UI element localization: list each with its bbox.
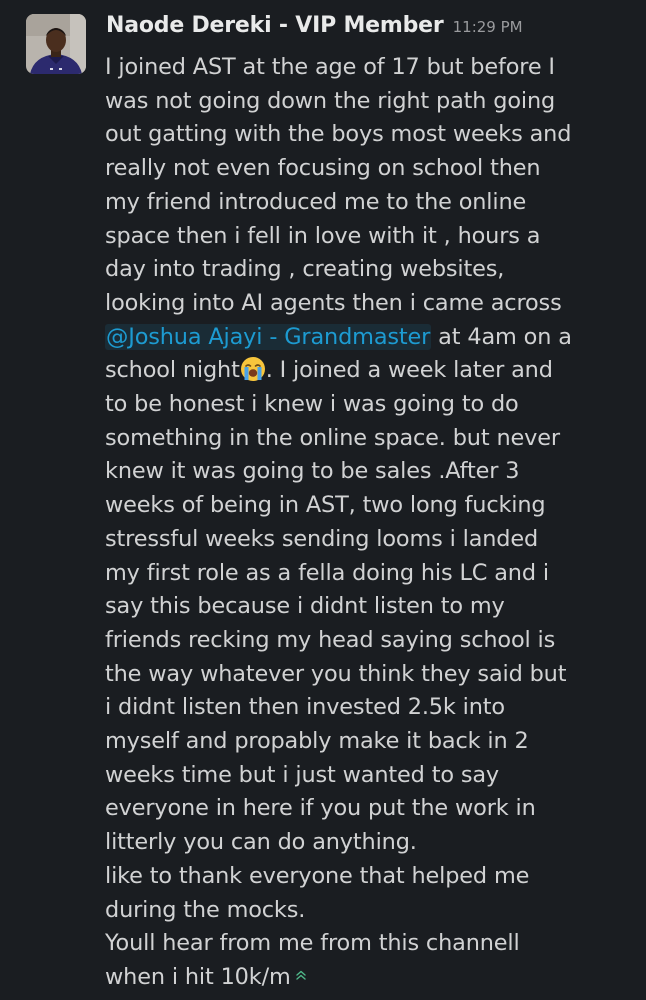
- message-text: when i hit 10k/m: [105, 963, 291, 990]
- message-line: my first role as a fella doing his LC an…: [105, 559, 549, 586]
- message-text: . I joined a week later and: [265, 357, 553, 384]
- message-line: really not even focusing on school then: [105, 155, 541, 182]
- user-photo: [26, 14, 86, 74]
- double-chevron-up-icon: [295, 970, 306, 980]
- message-line: Youll hear from me from this channell: [105, 930, 520, 957]
- message-header: Naode Dereki - VIP Member 11:29 PM: [106, 13, 523, 38]
- message-line: was not going down the right path going: [105, 87, 556, 114]
- message-line: something in the online space. but never: [105, 424, 560, 451]
- message-line: like to thank everyone that helped me: [105, 862, 530, 889]
- message-line: out gatting with the boys most weeks and: [105, 121, 572, 148]
- message-line: knew it was going to be sales .After 3: [105, 458, 520, 485]
- message-line: i didnt listen then invested 2.5k into: [105, 694, 505, 721]
- message-line: everyone in here if you put the work in: [105, 795, 536, 822]
- message-line: @Joshua Ajayi - Grandmaster at 4am on a: [105, 321, 625, 355]
- message-line: say this because i didnt listen to my: [105, 593, 505, 620]
- message-text: at 4am on a: [431, 323, 572, 350]
- chat-message: Naode Dereki - VIP Member 11:29 PM I joi…: [0, 0, 646, 1000]
- message-line: weeks of being in AST, two long fucking: [105, 492, 546, 519]
- message-line: weeks time but i just wanted to say: [105, 761, 500, 788]
- message-line: myself and propably make it back in 2: [105, 728, 529, 755]
- message-text: school night: [105, 357, 240, 384]
- message-line: to be honest i knew i was going to do: [105, 391, 519, 418]
- user-mention[interactable]: @Joshua Ajayi - Grandmaster: [105, 323, 432, 350]
- loudly-crying-face-icon: [240, 357, 265, 382]
- message-line: stressful weeks sending looms i landed: [105, 525, 539, 552]
- message-line: school night . I joined a week later and: [105, 354, 625, 388]
- message-line: litterly you can do anything.: [105, 829, 417, 856]
- message-line: I joined AST at the age of 17 but before…: [105, 54, 555, 80]
- avatar[interactable]: [26, 14, 86, 74]
- sender-name[interactable]: Naode Dereki - VIP Member: [106, 13, 444, 38]
- message-line: friends recking my head saying school is: [105, 626, 556, 653]
- message-timestamp[interactable]: 11:29 PM: [453, 18, 523, 36]
- message-line: when i hit 10k/m: [105, 961, 625, 995]
- message-line: day into trading , creating websites,: [105, 256, 505, 283]
- message-line: space then i fell in love with it , hour…: [105, 222, 541, 249]
- message-body: I joined AST at the age of 17 but before…: [105, 51, 625, 995]
- message-line: the way whatever you think they said but: [105, 660, 567, 687]
- message-line: during the mocks.: [105, 896, 306, 923]
- message-line: looking into AI agents then i came acros…: [105, 289, 562, 316]
- message-line: my friend introduced me to the online: [105, 188, 527, 215]
